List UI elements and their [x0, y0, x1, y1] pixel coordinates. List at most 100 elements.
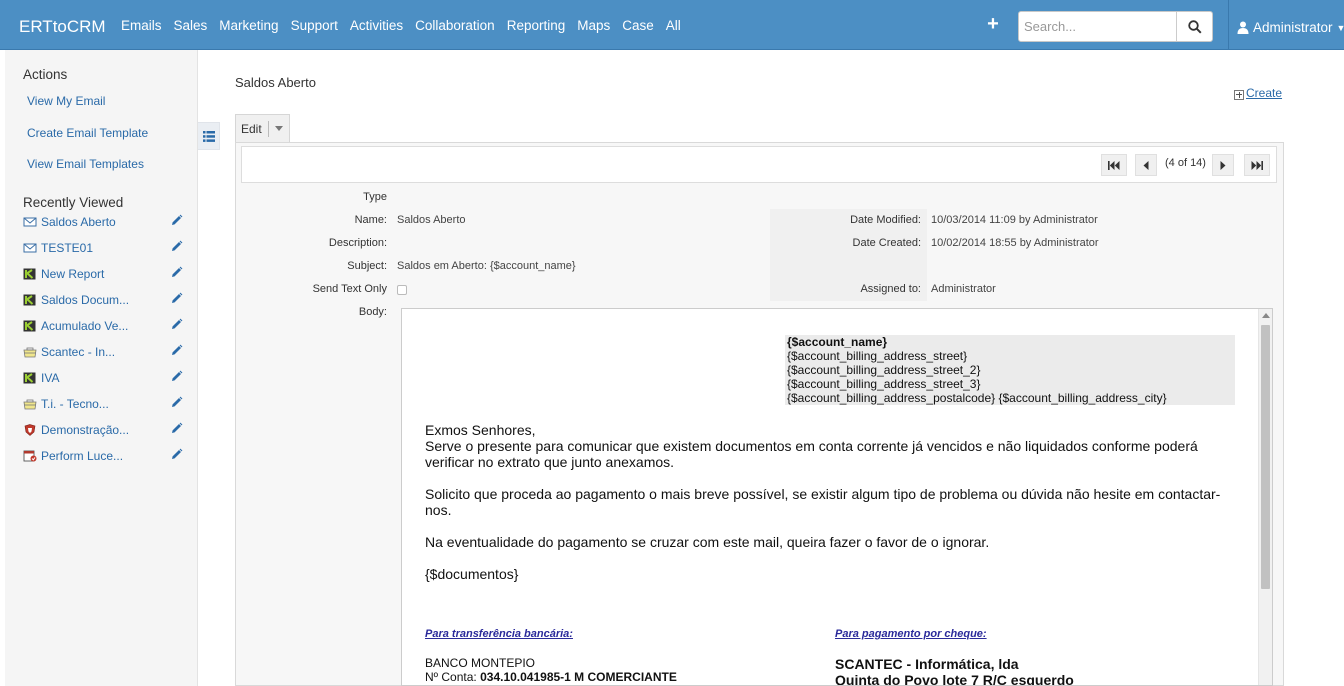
previous-icon [1143, 160, 1149, 170]
menu-marketing[interactable]: Marketing [219, 18, 278, 33]
first-icon [1108, 160, 1120, 170]
report-icon [23, 372, 36, 384]
recent-item[interactable]: IVA [23, 369, 183, 387]
assigned-to-label: Assigned to: [860, 283, 921, 295]
menu-activities[interactable]: Activities [350, 18, 403, 33]
menu-collaboration[interactable]: Collaboration [415, 18, 495, 33]
account-value: 034.10.041985-1 M COMERCIANTE [480, 670, 677, 684]
date-modified-value: 10/03/2014 11:09 by Administrator [931, 214, 1098, 226]
recent-item-label: Saldos Aberto [41, 215, 116, 229]
quick-create-plus-icon[interactable]: + [984, 13, 1002, 35]
action-view-my-email[interactable]: View My Email [27, 94, 105, 108]
subject-label: Subject: [347, 260, 387, 272]
menu-sales[interactable]: Sales [174, 18, 208, 33]
account-icon [23, 399, 37, 410]
documents-placeholder: {$documentos} [425, 566, 519, 582]
email-body-frame[interactable]: {$account_name} {$account_billing_addres… [401, 308, 1273, 686]
recent-item[interactable]: Perform Luce... [23, 447, 183, 465]
list-icon [202, 130, 215, 142]
recently-viewed-title: Recently Viewed [23, 195, 124, 210]
first-record-button[interactable] [1101, 154, 1127, 176]
caret-down-icon[interactable] [274, 126, 283, 131]
global-search [1018, 11, 1213, 42]
edit-pencil-icon[interactable] [170, 292, 183, 305]
email-paragraph-3: Na eventualidade do pagamento se cruzar … [425, 534, 990, 550]
menu-case[interactable]: Case [622, 18, 654, 33]
record-count: (4 of 14) [1165, 157, 1206, 169]
menu-maps[interactable]: Maps [577, 18, 610, 33]
report-icon [23, 294, 36, 306]
shield-icon [24, 424, 36, 436]
nav-separator [1228, 0, 1229, 50]
edit-pencil-icon[interactable] [170, 344, 183, 357]
email-greeting: Exmos Senhores, [425, 422, 536, 438]
address-line: {$account_billing_address_street_2} [787, 363, 981, 377]
recent-item[interactable]: New Report [23, 265, 183, 283]
action-view-email-templates[interactable]: View Email Templates [27, 157, 144, 171]
date-created-label: Date Created: [852, 237, 921, 249]
sidebar: Actions View My Email Create Email Templ… [5, 50, 198, 686]
sidebar-toggle[interactable] [198, 122, 220, 150]
create-label: Create [1246, 86, 1283, 100]
address-line: {$account_billing_address_postalcode} {$… [787, 391, 1167, 405]
recent-item-label: Scantec - In... [41, 345, 116, 359]
recent-item-label: Acumulado Ve... [41, 319, 129, 333]
recent-item-label: TESTE01 [41, 241, 94, 255]
account-label: Nº Conta: [425, 670, 477, 684]
edit-pencil-icon[interactable] [170, 266, 183, 279]
recent-item[interactable]: Demonstração... [23, 421, 183, 439]
edit-pencil-icon[interactable] [170, 318, 183, 331]
recent-item[interactable]: Scantec - In... [23, 343, 183, 361]
recent-item[interactable]: Saldos Docum... [23, 291, 183, 309]
edit-pencil-icon[interactable] [170, 240, 183, 253]
menu-reporting[interactable]: Reporting [507, 18, 566, 33]
scroll-up-arrow-icon[interactable] [1262, 313, 1270, 318]
user-name: Administrator [1253, 20, 1333, 35]
search-input[interactable] [1019, 12, 1179, 41]
type-label: Type [363, 191, 387, 203]
subject-value: Saldos em Aberto: {$account_name} [397, 260, 576, 272]
edit-button[interactable]: Edit [235, 114, 290, 142]
actions-title: Actions [23, 67, 68, 82]
plus-square-icon [1234, 89, 1244, 100]
action-create-email-template[interactable]: Create Email Template [27, 126, 148, 140]
recent-item[interactable]: T.i. - Tecno... [23, 395, 183, 413]
next-record-button[interactable] [1212, 154, 1234, 176]
name-value: Saldos Aberto [397, 214, 466, 226]
page-title: Saldos Aberto [235, 75, 316, 90]
recent-item[interactable]: Saldos Aberto [23, 213, 183, 231]
edit-pencil-icon[interactable] [170, 448, 183, 461]
recent-item-label: IVA [41, 371, 60, 385]
user-icon [1237, 21, 1249, 34]
main-menu: Emails Sales Marketing Support Activitie… [115, 18, 687, 33]
email-paragraph-1: Serve o presente para comunicar que exis… [425, 438, 1198, 470]
recent-item[interactable]: Acumulado Ve... [23, 317, 183, 335]
previous-record-button[interactable] [1135, 154, 1157, 176]
account-icon [23, 347, 37, 358]
last-record-button[interactable] [1244, 154, 1270, 176]
edit-pencil-icon[interactable] [170, 214, 183, 227]
menu-all[interactable]: All [666, 18, 681, 33]
recent-item[interactable]: TESTE01 [23, 239, 183, 257]
brand-logo[interactable]: ERTtoCRM [19, 17, 106, 37]
address-block: {$account_name} {$account_billing_addres… [785, 335, 1235, 405]
cheque-heading: Para pagamento por cheque: [835, 628, 987, 640]
edit-pencil-icon[interactable] [170, 396, 183, 409]
caret-down-icon: ▼ [1336, 22, 1344, 33]
address-line: {$account_billing_address_street_3} [787, 377, 981, 391]
address-line: {$account_name} [787, 335, 888, 349]
edit-label: Edit [241, 121, 262, 136]
body-scrollbar[interactable] [1258, 309, 1272, 685]
menu-support[interactable]: Support [291, 18, 338, 33]
search-button[interactable] [1176, 12, 1212, 41]
pagination-bar: (4 of 14) [241, 146, 1277, 183]
body-label: Body: [358, 306, 387, 318]
description-label: Description: [328, 237, 387, 249]
menu-emails[interactable]: Emails [121, 18, 162, 33]
user-menu[interactable]: Administrator ▼ [1237, 20, 1344, 35]
last-icon [1251, 160, 1263, 170]
create-button[interactable]: Create [1234, 86, 1282, 100]
edit-pencil-icon[interactable] [170, 370, 183, 383]
scroll-thumb[interactable] [1261, 325, 1270, 589]
edit-pencil-icon[interactable] [170, 422, 183, 435]
